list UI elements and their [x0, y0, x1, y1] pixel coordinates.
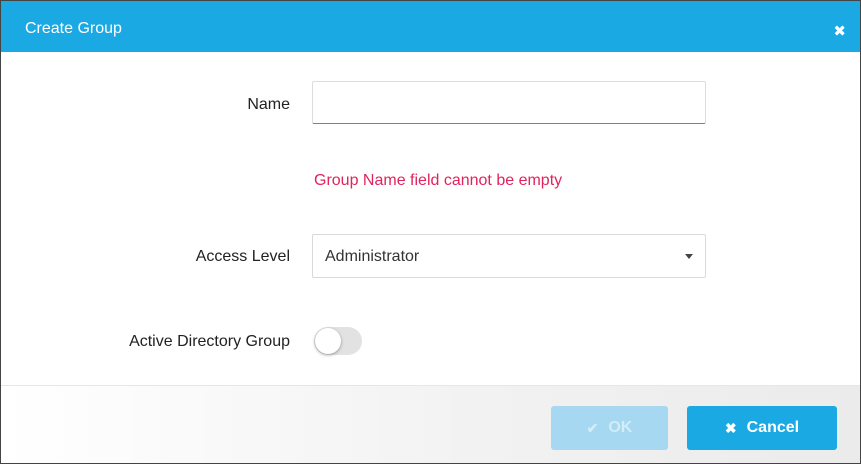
check-icon: ✔	[586, 419, 599, 436]
x-icon: ✖	[724, 419, 737, 436]
cancel-button-label: Cancel	[746, 419, 800, 436]
cancel-button[interactable]: ✖ Cancel	[687, 406, 837, 450]
access-level-label: Access Level	[195, 248, 290, 265]
dialog-titlebar: Create Group ✖	[1, 1, 860, 52]
dialog-footer: ✔ OK ✖ Cancel	[1, 385, 860, 463]
ad-group-label: Active Directory Group	[129, 333, 290, 350]
name-error-message: Group Name field cannot be empty	[314, 172, 563, 189]
access-level-value: Administrator	[325, 248, 420, 265]
access-level-select[interactable]: Administrator	[312, 234, 706, 278]
toggle-knob	[315, 328, 341, 354]
name-label: Name	[247, 96, 290, 113]
create-group-dialog: Create Group ✖ Name Group Name field can…	[0, 0, 861, 464]
close-icon[interactable]: ✖	[833, 24, 846, 39]
ad-group-toggle[interactable]	[314, 327, 362, 355]
ok-button-label: OK	[608, 419, 633, 436]
group-name-input[interactable]	[312, 81, 706, 124]
caret-down-icon	[685, 254, 693, 259]
dialog-title: Create Group	[25, 20, 122, 37]
ok-button[interactable]: ✔ OK	[551, 406, 668, 450]
